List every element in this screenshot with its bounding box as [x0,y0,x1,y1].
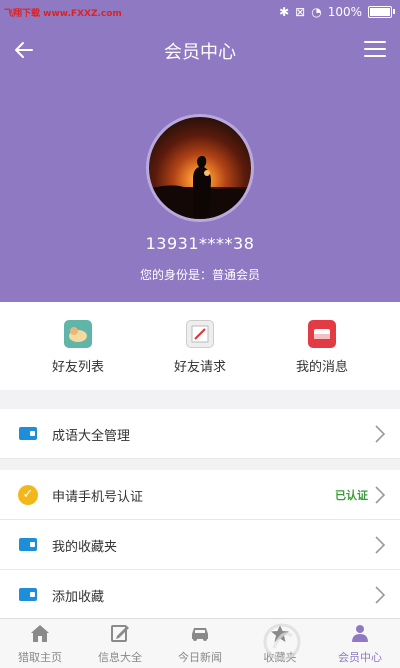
page-title: 会员中心 [164,42,236,63]
shortcut-bar: 好友列表 好友请求 我的消息 [0,302,400,390]
profile-header: 会员中心 13931****38 您的身份是：普通会员 [0,26,400,302]
battery-percent: 100% [327,5,362,19]
tab-label: 信息大全 [98,651,142,664]
car-icon [192,628,208,641]
menu-icon[interactable] [364,41,386,57]
shortcut-label: 好友请求 [173,360,226,375]
friend-request-icon [186,320,214,348]
menu-item-my-favorites[interactable]: 我的收藏夹 [0,520,400,570]
wallet-icon [19,427,37,440]
status-icons: ✱ ⊠ ◔ 100% [279,5,395,19]
menu-section-manage: 成语大全管理 [0,409,400,459]
home-icon [31,625,49,642]
chevron-right-icon [375,536,386,554]
friends-list-icon [64,320,92,348]
watermark-text: 飞翔下载 www.FXXZ.com [4,9,122,19]
messages-icon [308,320,336,348]
wallet-icon [19,538,37,551]
menu-item-label: 添加收藏 [52,590,105,605]
battery-icon [368,6,395,18]
shortcut-label: 好友列表 [51,360,104,375]
chevron-right-icon [375,425,386,443]
shortcut-friend-request[interactable]: 好友请求 [150,320,250,375]
tab-news[interactable]: 今日新闻 [160,623,240,665]
menu-item-phone-verify[interactable]: ✓ 申请手机号认证 已认证 [0,470,400,520]
user-phone: 13931****38 [145,234,255,253]
chevron-right-icon [375,586,386,604]
watermark-logo [263,623,301,661]
shortcut-messages[interactable]: 我的消息 [272,320,372,375]
menu-item-idiom-manage[interactable]: 成语大全管理 [0,409,400,459]
tab-label: 猎取主页 [18,651,62,664]
status-bar: 飞翔下载 www.FXXZ.com ✱ ⊠ ◔ 100% [0,0,400,26]
menu-item-label: 申请手机号认证 [52,490,144,505]
menu-item-label: 我的收藏夹 [52,540,118,555]
menu-item-label: 成语大全管理 [52,429,131,444]
tab-home[interactable]: 猎取主页 [0,623,80,665]
verify-status: 已认证 [335,489,368,502]
wallet-icon [19,588,37,601]
avatar[interactable] [146,114,254,222]
wifi-icon: ◔ [311,5,322,19]
shortcut-label: 我的消息 [295,360,348,375]
edit-icon [111,625,129,642]
menu-section-account: ✓ 申请手机号认证 已认证 我的收藏夹 添加收藏 [0,470,400,620]
tab-label: 今日新闻 [178,651,222,664]
verified-check-icon: ✓ [18,485,38,505]
user-identity: 您的身份是：普通会员 [139,268,260,282]
tab-info[interactable]: 信息大全 [80,623,160,665]
nav-bar: 会员中心 [0,26,400,74]
bluetooth-icon: ✱ [279,5,290,19]
sim-icon: ⊠ [295,5,306,19]
shortcut-friends-list[interactable]: 好友列表 [28,320,128,375]
menu-item-add-favorite[interactable]: 添加收藏 [0,570,400,620]
chevron-right-icon [375,486,386,504]
